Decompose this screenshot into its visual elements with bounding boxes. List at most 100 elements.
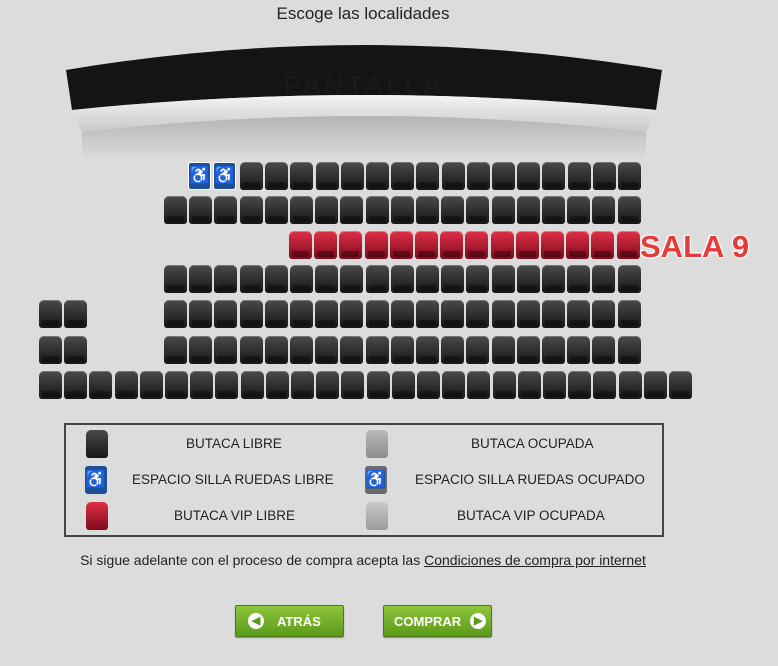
seat-free[interactable] xyxy=(542,265,565,293)
seat-free[interactable] xyxy=(365,196,389,224)
seat-free[interactable] xyxy=(416,196,439,224)
seat-free[interactable] xyxy=(340,300,364,328)
seat-vip[interactable] xyxy=(465,231,489,259)
buy-button[interactable]: COMPRAR ▶ xyxy=(383,605,492,637)
seat-free[interactable] xyxy=(466,196,490,224)
seat-free[interactable] xyxy=(618,371,642,399)
seat-free[interactable] xyxy=(466,162,490,190)
seat-free[interactable] xyxy=(643,371,667,399)
seat-free[interactable] xyxy=(64,336,87,364)
seat-free[interactable] xyxy=(239,300,263,328)
seat-free[interactable] xyxy=(264,196,288,224)
seat-free[interactable] xyxy=(491,300,515,328)
seat-free[interactable] xyxy=(290,162,314,190)
seat-free[interactable] xyxy=(441,196,465,224)
seat-free[interactable] xyxy=(39,336,62,364)
seat-free[interactable] xyxy=(390,300,414,328)
seat-free[interactable] xyxy=(89,371,113,399)
seat-vip[interactable] xyxy=(591,231,615,259)
seat-free[interactable] xyxy=(491,336,515,364)
seat-vip[interactable] xyxy=(566,231,590,259)
seat-free[interactable] xyxy=(441,300,465,328)
seat-free[interactable] xyxy=(164,196,187,224)
seat-free[interactable] xyxy=(390,196,414,224)
seat-free[interactable] xyxy=(516,196,540,224)
wheelchair-space[interactable]: ♿ xyxy=(213,162,236,190)
seat-free[interactable] xyxy=(240,371,264,399)
seat-free[interactable] xyxy=(592,162,616,190)
seat-free[interactable] xyxy=(189,336,213,364)
seat-free[interactable] xyxy=(491,265,515,293)
seat-free[interactable] xyxy=(139,371,163,399)
seat-free[interactable] xyxy=(567,300,591,328)
seat-free[interactable] xyxy=(466,300,490,328)
seat-free[interactable] xyxy=(542,336,565,364)
seat-free[interactable] xyxy=(618,162,641,190)
seat-free[interactable] xyxy=(39,371,62,399)
seat-free[interactable] xyxy=(592,336,616,364)
seat-free[interactable] xyxy=(492,371,516,399)
seat-free[interactable] xyxy=(265,371,289,399)
seat-free[interactable] xyxy=(617,265,641,293)
seat-vip[interactable] xyxy=(490,231,514,259)
seat-free[interactable] xyxy=(340,162,364,190)
seat-free[interactable] xyxy=(291,371,314,399)
seat-free[interactable] xyxy=(416,336,439,364)
seat-free[interactable] xyxy=(189,265,213,293)
seat-free[interactable] xyxy=(215,371,239,399)
seat-free[interactable] xyxy=(189,196,213,224)
seat-free[interactable] xyxy=(290,196,313,224)
seat-free[interactable] xyxy=(315,265,339,293)
seat-free[interactable] xyxy=(366,371,390,399)
seat-vip[interactable] xyxy=(289,231,312,259)
seat-free[interactable] xyxy=(341,371,365,399)
seat-vip[interactable] xyxy=(415,231,438,259)
seat-free[interactable] xyxy=(617,336,641,364)
seat-vip[interactable] xyxy=(440,231,464,259)
seat-free[interactable] xyxy=(466,265,490,293)
seat-free[interactable] xyxy=(239,336,263,364)
seat-free[interactable] xyxy=(315,196,339,224)
seat-free[interactable] xyxy=(567,196,591,224)
seat-free[interactable] xyxy=(240,162,263,190)
seat-free[interactable] xyxy=(543,371,566,399)
seat-free[interactable] xyxy=(416,162,440,190)
seat-free[interactable] xyxy=(391,162,415,190)
seat-free[interactable] xyxy=(164,336,187,364)
seat-free[interactable] xyxy=(669,371,692,399)
seat-free[interactable] xyxy=(190,371,214,399)
seat-vip[interactable] xyxy=(541,231,564,259)
seat-vip[interactable] xyxy=(364,231,388,259)
seat-free[interactable] xyxy=(64,371,88,399)
seat-free[interactable] xyxy=(516,336,540,364)
seat-free[interactable] xyxy=(340,265,364,293)
seat-free[interactable] xyxy=(264,265,288,293)
seat-free[interactable] xyxy=(542,162,566,190)
seat-free[interactable] xyxy=(265,162,289,190)
seat-free[interactable] xyxy=(567,336,591,364)
seat-free[interactable] xyxy=(617,196,641,224)
seat-free[interactable] xyxy=(416,300,439,328)
seat-free[interactable] xyxy=(264,300,288,328)
seat-free[interactable] xyxy=(239,265,263,293)
seat-free[interactable] xyxy=(442,371,466,399)
seat-free[interactable] xyxy=(517,371,541,399)
seat-free[interactable] xyxy=(114,371,138,399)
seat-free[interactable] xyxy=(592,265,616,293)
seat-free[interactable] xyxy=(390,336,414,364)
seat-free[interactable] xyxy=(441,336,465,364)
seat-free[interactable] xyxy=(214,336,238,364)
seat-free[interactable] xyxy=(441,162,465,190)
seat-free[interactable] xyxy=(567,265,591,293)
seat-free[interactable] xyxy=(365,265,389,293)
seat-free[interactable] xyxy=(542,196,565,224)
seat-free[interactable] xyxy=(366,162,389,190)
seat-free[interactable] xyxy=(542,300,565,328)
seat-free[interactable] xyxy=(214,300,238,328)
seat-free[interactable] xyxy=(592,300,616,328)
seat-vip[interactable] xyxy=(314,231,338,259)
back-button[interactable]: ◀ ATRÁS xyxy=(235,605,344,637)
seat-free[interactable] xyxy=(39,300,62,328)
seat-free[interactable] xyxy=(315,162,339,190)
seat-vip[interactable] xyxy=(389,231,413,259)
